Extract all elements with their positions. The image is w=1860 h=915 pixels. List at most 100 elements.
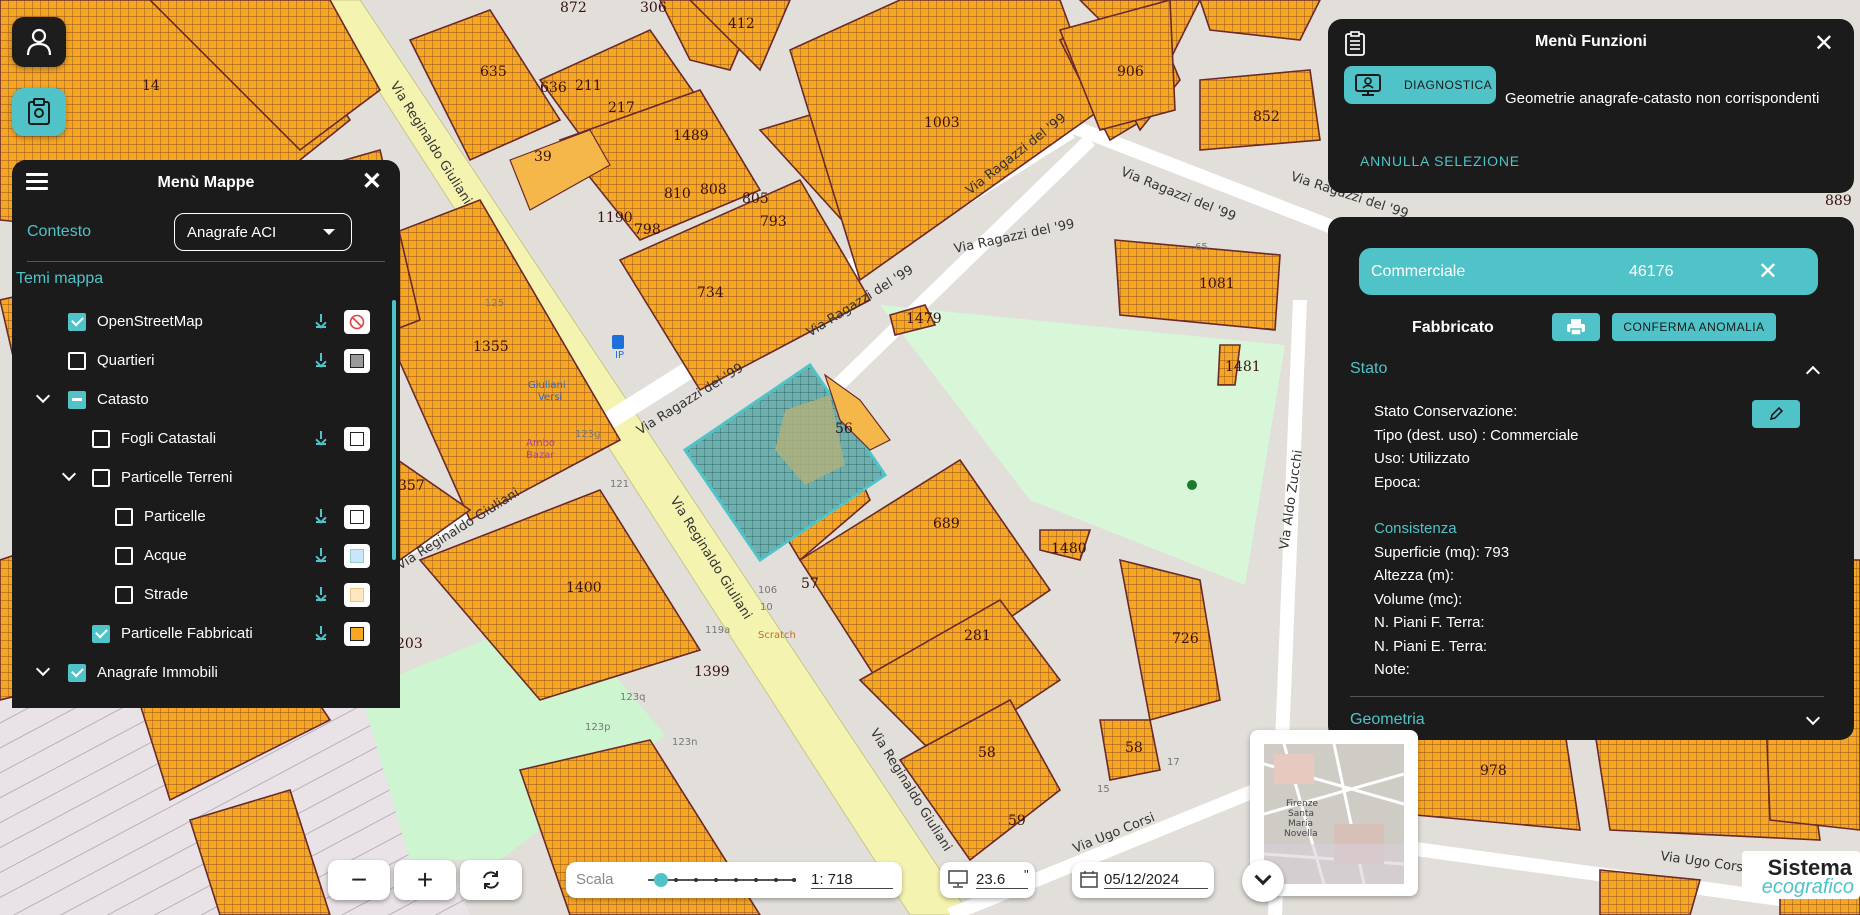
svg-text:56: 56 — [835, 421, 853, 437]
scrollbar[interactable] — [392, 300, 396, 560]
diagnostica-button[interactable]: DIAGNOSTICA — [1344, 66, 1496, 104]
refresh-button[interactable] — [460, 860, 522, 900]
svg-text:635: 635 — [480, 64, 507, 80]
hamburger-icon[interactable] — [26, 173, 48, 194]
chevron-down-icon[interactable] — [35, 388, 51, 404]
svg-text:123p: 123p — [585, 722, 610, 733]
annulla-selezione-button[interactable]: ANNULLA SELEZIONE — [1360, 153, 1520, 169]
checkbox-unchecked[interactable] — [92, 468, 110, 487]
layer-swatch[interactable] — [344, 505, 370, 529]
download-icon[interactable] — [315, 548, 327, 562]
field-piani-entro-terra: N. Piani E. Terra: — [1374, 637, 1488, 655]
consistenza-header: Consistenza — [1374, 520, 1457, 537]
slider-handle[interactable] — [654, 873, 668, 887]
download-icon[interactable] — [315, 431, 327, 445]
expand-toolbar-button[interactable] — [1242, 860, 1284, 902]
svg-text:14: 14 — [142, 78, 160, 94]
svg-text:1400: 1400 — [566, 580, 602, 596]
layer-particelle-fabbricati[interactable]: Particelle Fabbricati — [12, 614, 400, 653]
layer-acque[interactable]: Acque — [12, 536, 400, 575]
layer-swatch[interactable] — [344, 622, 370, 646]
checkbox-checked[interactable] — [68, 312, 86, 331]
layer-particelle-terreni[interactable]: Particelle Terreni — [12, 458, 400, 497]
layer-swatch[interactable] — [344, 544, 370, 568]
svg-text:357: 357 — [398, 478, 425, 494]
download-icon[interactable] — [315, 587, 327, 601]
scale-input[interactable]: 1: 718 — [811, 871, 893, 889]
edit-button[interactable] — [1752, 400, 1800, 428]
svg-text:Maria: Maria — [1288, 819, 1313, 829]
layer-strade[interactable]: Strade — [12, 575, 400, 614]
layer-fogli-catastali[interactable]: Fogli Catastali — [12, 419, 400, 458]
menu-funzioni-title: Menù Funzioni — [1535, 33, 1647, 50]
monitor-icon — [1355, 74, 1381, 96]
category-label: Commerciale — [1371, 262, 1466, 280]
layer-swatch[interactable] — [344, 427, 370, 451]
clipboard-button[interactable] — [12, 88, 66, 136]
consistenza-fields: Consistenza Superficie (mq): 793 Altezza… — [1374, 517, 1509, 682]
checkbox-unchecked[interactable] — [115, 546, 133, 565]
refresh-icon — [483, 871, 499, 889]
contesto-label: Contesto — [27, 223, 92, 240]
checkbox-checked[interactable] — [92, 624, 110, 643]
checkbox-unchecked[interactable] — [115, 585, 133, 604]
close-icon[interactable]: ✕ — [362, 170, 382, 194]
chevron-down-icon[interactable] — [35, 661, 51, 677]
user-button[interactable] — [12, 17, 66, 67]
layer-tree: OpenStreetMap Quartieri Catasto Fogli Ca… — [12, 302, 400, 692]
layer-swatch-no-style[interactable] — [344, 310, 370, 334]
svg-text:1399: 1399 — [694, 664, 730, 680]
layer-anagrafe-immobili[interactable]: Anagrafe Immobili — [12, 653, 400, 692]
svg-text:106: 106 — [758, 585, 777, 596]
dpi-input[interactable]: 23.6 — [976, 871, 1028, 889]
layer-particelle[interactable]: Particelle — [12, 497, 400, 536]
download-icon[interactable] — [315, 626, 327, 640]
category-id: 46176 — [1629, 262, 1674, 280]
contesto-value: Anagrafe ACI — [187, 223, 277, 241]
minimap-view[interactable]: Firenze Santa Maria Novella — [1264, 744, 1404, 884]
scale-slider[interactable] — [648, 873, 796, 887]
chevron-down-icon[interactable] — [1805, 710, 1821, 726]
field-piani-fuori-terra: N. Piani F. Terra: — [1374, 614, 1485, 631]
download-icon[interactable] — [315, 509, 327, 523]
layer-catasto[interactable]: Catasto — [12, 380, 400, 419]
checkbox-unchecked[interactable] — [115, 507, 133, 526]
svg-text:217: 217 — [608, 100, 635, 116]
checkbox-unchecked[interactable] — [92, 429, 110, 448]
fabbricato-row: Fabbricato CONFERMA ANOMALIA — [1328, 313, 1854, 343]
svg-text:978: 978 — [1480, 763, 1507, 779]
download-icon[interactable] — [315, 353, 327, 367]
close-icon[interactable]: ✕ — [1758, 257, 1778, 286]
layer-label: Strade — [144, 586, 189, 603]
svg-text:211: 211 — [575, 78, 602, 94]
date-input[interactable]: 05/12/2024 — [1104, 871, 1208, 889]
stato-fields: Stato Conservazione: Tipo (dest. uso) : … — [1374, 400, 1579, 494]
logo-line2: ecografico — [1761, 876, 1854, 898]
layer-swatch[interactable] — [344, 349, 370, 373]
layer-openstreetmap[interactable]: OpenStreetMap — [12, 302, 400, 341]
layer-swatch[interactable] — [344, 583, 370, 607]
chevron-up-icon[interactable] — [1805, 365, 1821, 381]
svg-text:636: 636 — [540, 80, 567, 96]
chevron-down-icon[interactable] — [61, 466, 77, 482]
print-button[interactable] — [1552, 313, 1600, 341]
layer-label: OpenStreetMap — [97, 313, 203, 330]
contesto-select[interactable]: Anagrafe ACI — [174, 213, 352, 251]
checkbox-indeterminate[interactable] — [68, 390, 86, 409]
svg-text:1489: 1489 — [673, 128, 709, 144]
close-icon[interactable]: ✕ — [1814, 29, 1834, 58]
zoom-in-button[interactable]: + — [394, 860, 456, 900]
geometria-section-header[interactable]: Geometria — [1350, 710, 1832, 729]
zoom-out-button[interactable]: − — [328, 860, 390, 900]
download-icon[interactable] — [315, 314, 327, 328]
layer-quartieri[interactable]: Quartieri — [12, 341, 400, 380]
svg-text:58: 58 — [978, 745, 996, 761]
checkbox-checked[interactable] — [68, 663, 86, 682]
stato-section-header[interactable]: Stato — [1350, 360, 1832, 381]
conferma-anomalia-button[interactable]: CONFERMA ANOMALIA — [1612, 313, 1776, 341]
checkbox-unchecked[interactable] — [68, 351, 86, 370]
menu-mappe-title: Menù Mappe — [157, 174, 255, 191]
svg-text:1355: 1355 — [473, 339, 509, 355]
scala-label: Scala — [576, 871, 614, 888]
svg-text:906: 906 — [1117, 64, 1144, 80]
